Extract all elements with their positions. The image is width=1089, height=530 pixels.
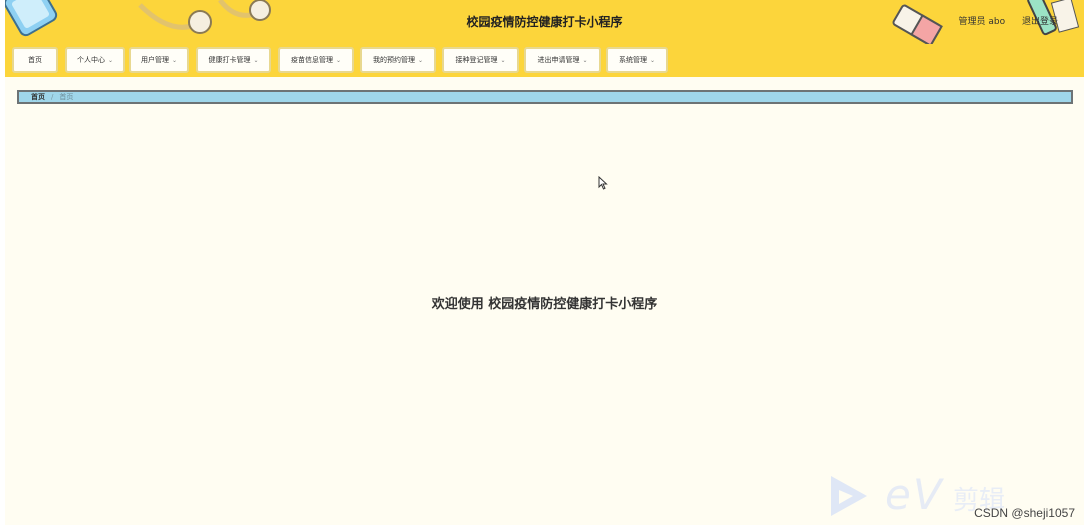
app-frame: 校园疫情防控健康打卡小程序 管理员 abo 退出登录 首页 个人中心 ⌄ 用户管理… <box>5 0 1084 525</box>
logout-link[interactable]: 退出登录 <box>1022 17 1058 27</box>
nav-item-system-management[interactable]: 系统管理 ⌄ <box>606 47 668 73</box>
chevron-down-icon: ⌄ <box>500 56 506 64</box>
csdn-credit: CSDN @sheji1057 <box>974 506 1075 520</box>
nav-label: 系统管理 <box>618 56 647 64</box>
nav-label: 首页 <box>28 56 42 64</box>
chevron-down-icon: ⌄ <box>253 56 259 64</box>
chevron-down-icon: ⌄ <box>649 56 656 64</box>
nav-label: 健康打卡管理 <box>208 56 251 64</box>
chevron-down-icon: ⌄ <box>335 56 342 64</box>
user-label: 管理员 abo <box>958 17 1006 27</box>
nav-label: 疫苗信息管理 <box>290 56 333 64</box>
nav-label: 进出申请管理 <box>537 56 580 64</box>
header: 校园疫情防控健康打卡小程序 管理员 abo 退出登录 <box>5 0 1084 46</box>
chevron-down-icon: ⌄ <box>107 56 114 64</box>
nav-item-personal-center[interactable]: 个人中心 ⌄ <box>65 47 125 73</box>
nav-item-vaccine-info[interactable]: 疫苗信息管理 ⌄ <box>278 47 354 73</box>
chevron-down-icon: ⌄ <box>417 56 424 64</box>
breadcrumb-root[interactable]: 首页 <box>31 92 45 102</box>
breadcrumb-separator: / <box>51 93 54 101</box>
nav-bar: 首页 个人中心 ⌄ 用户管理 ⌄ 健康打卡管理 ⌄ 疫苗信息管理 ⌄ 我的预约管理 ⌄ 接… <box>5 44 1084 77</box>
breadcrumb-current: 首页 <box>59 93 74 101</box>
nav-label: 接种登记管理 <box>455 56 498 64</box>
nav-item-my-appointment[interactable]: 我的预约管理 ⌄ <box>360 47 436 73</box>
nav-label: 用户管理 <box>140 56 169 64</box>
nav-label: 我的预约管理 <box>372 56 415 64</box>
user-area: 管理员 abo 退出登录 <box>945 14 1059 27</box>
breadcrumb: 首页 / 首页 <box>17 90 1073 104</box>
nav-item-user-management[interactable]: 用户管理 ⌄ <box>129 47 189 73</box>
nav-item-vaccination-registration[interactable]: 接种登记管理 ⌄ <box>442 47 519 73</box>
nav-item-health-checkin[interactable]: 健康打卡管理 ⌄ <box>196 47 271 73</box>
ev-watermark: eV <box>885 470 944 519</box>
nav-label: 个人中心 <box>76 56 105 64</box>
mouse-cursor-icon <box>598 176 608 190</box>
video-play-logo-icon <box>831 476 867 516</box>
chevron-down-icon: ⌄ <box>171 56 178 64</box>
nav-item-home[interactable]: 首页 <box>12 47 58 73</box>
welcome-message: 欢迎使用 校园疫情防控健康打卡小程序 <box>431 297 658 312</box>
app-title: 校园疫情防控健康打卡小程序 <box>466 15 623 29</box>
chevron-down-icon: ⌄ <box>582 56 588 64</box>
nav-item-entry-exit-application[interactable]: 进出申请管理 ⌄ <box>524 47 601 73</box>
